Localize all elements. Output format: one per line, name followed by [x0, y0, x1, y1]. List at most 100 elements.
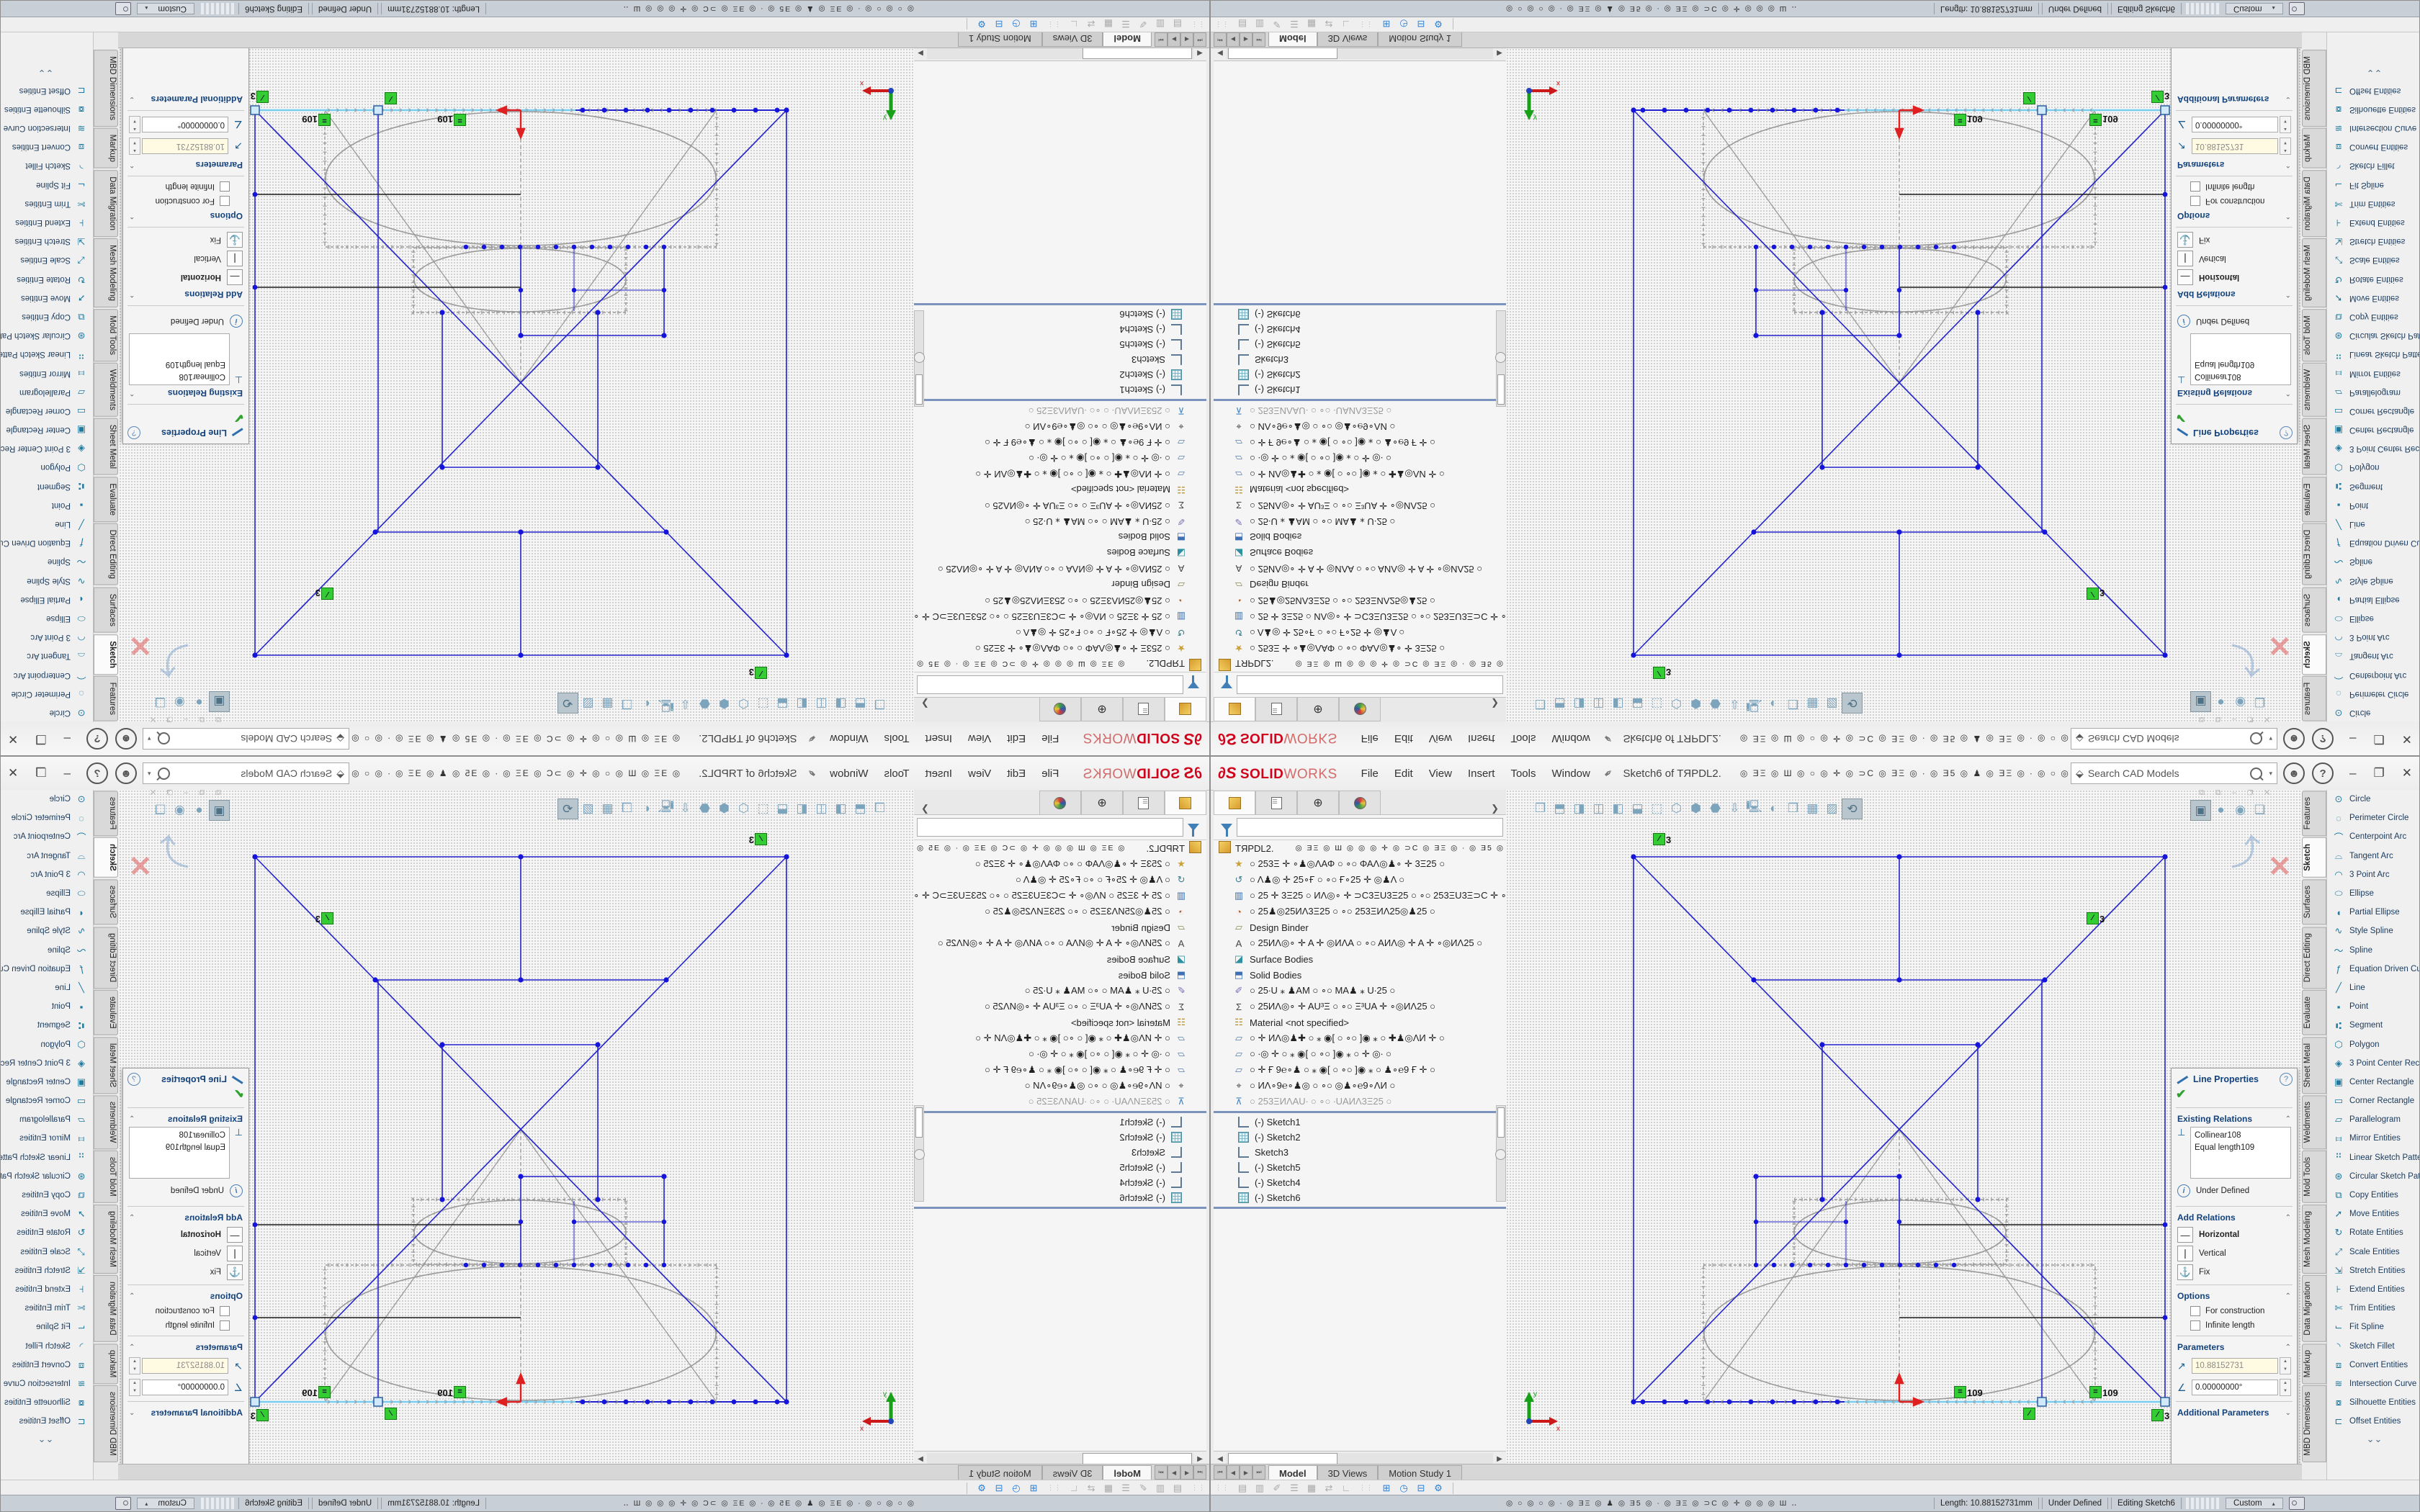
section-parameters[interactable]: Parameters⌃	[2172, 1339, 2297, 1355]
ok-button[interactable]: ✔	[2172, 1087, 2297, 1104]
section-additional-parameters[interactable]: Additional Parameters⌄	[123, 1405, 248, 1421]
menu-item[interactable]: Edit	[999, 764, 1034, 783]
tree-item[interactable]: ↺ ○ Λ♟◎ ✛ 25∘Ғ ○ ∘○ Ғ∘25 ✛ ◎♟Λ ○	[914, 872, 1206, 888]
tab-nav-button[interactable]: ⏭	[1155, 32, 1168, 47]
menu-item[interactable]: View	[1421, 764, 1460, 783]
collapse-icon[interactable]: ⌃	[129, 1292, 135, 1300]
zebra-stripes-icon[interactable]: ▨	[578, 694, 598, 714]
sketch-tool[interactable]: ╱ Line	[0, 515, 93, 534]
toolbar-grip[interactable]: ⋮⋮	[1191, 1484, 1205, 1492]
realview-icon[interactable]: ▣	[2190, 691, 2211, 712]
display-style-icon[interactable]: 🖳	[1744, 694, 1764, 714]
commandmanager-tab[interactable]: Sketch	[94, 634, 118, 675]
help-icon[interactable]: ?	[2312, 762, 2334, 784]
menu-item[interactable]: Window	[822, 729, 876, 749]
tree-item[interactable]: A ○ 25ИΛ◎∘ ✛ Α ✛ ◎ИΛΑ ○ ∘○ ΑИΛ◎ ✛ Α ✛ ∘◎…	[1214, 935, 1506, 951]
sketch-item[interactable]: (-) Sketch2	[914, 1130, 1206, 1145]
tool-icon[interactable]: ⊟	[1412, 1482, 1430, 1494]
tab-nav-button[interactable]: ◀	[1180, 1465, 1193, 1480]
tree-item[interactable]: ▱ ○ ✛ Ғ 9℮∘♟ ○ ⁎ ◉[ ○ ∘○ ]◉ ⁎ ○ ♟∘℮9 Ғ ✛…	[914, 434, 1206, 450]
tree-item[interactable]: ☷ Material <not specified>	[914, 482, 1206, 498]
tree-item[interactable]: ▱ ○ ✛ Ғ 9℮∘♟ ○ ⁎ ◉[ ○ ∘○ ]◉ ⁎ ○ ♟∘℮9 Ғ ✛…	[1214, 1062, 1506, 1078]
sketch-tool[interactable]: ⤢ Scale Entities	[0, 251, 93, 269]
section-options[interactable]: Options⌃	[2172, 1288, 2297, 1304]
search-icon[interactable]	[2250, 733, 2262, 745]
account-icon[interactable]: ☻	[2283, 762, 2305, 784]
sketch-tool[interactable]: ⬡ Polygon	[0, 1035, 93, 1053]
commandmanager-tab[interactable]: Mold Tools	[94, 1151, 118, 1203]
scene-icon[interactable]: ◉	[2231, 800, 2250, 819]
sketch-tool[interactable]: ƒ Equation Driven Curve	[0, 534, 93, 552]
sketch-tool[interactable]: ◈ 3 Point Center Recta...	[2327, 439, 2420, 458]
collapse-icon[interactable]: ⌃	[2285, 212, 2291, 220]
tree-item[interactable]: Σ ○ 25ИΛ◎∘ ✛ ΑU³Ξ ○ ∘○ Ξ³UΑ ✛ ∘◎ИΛ25 ○	[1214, 498, 1506, 513]
line-format-icon[interactable]: ▤	[1169, 19, 1186, 30]
relations-listbox[interactable]: Collinear108Equal length109	[2190, 333, 2291, 385]
commandmanager-tab[interactable]: Features	[2302, 791, 2326, 836]
parallel-badge[interactable]: ∕	[755, 667, 767, 679]
tree-item[interactable]: ⌖ ○ ИΛ∘9℮∘♟◎ ○ ∘○ ◎♟∘℮9∘ΛИ ○	[914, 1078, 1206, 1094]
scene-icon[interactable]: ◉	[170, 800, 189, 819]
sketch-tool[interactable]: ⧉ Copy Entities	[2327, 1186, 2420, 1205]
sketch-item[interactable]: (-) Sketch4	[1214, 1175, 1506, 1190]
tree-root[interactable]: TЯPDL2. ◎ ƎΞ ◎ Ш ◎ ◎ ◎ ✛ ◎ ⊃С ◎ ƎΞ ◎ ∙ ◎…	[1214, 656, 1506, 672]
close-button[interactable]: ✕	[2393, 766, 2420, 780]
tab-displaymanager[interactable]	[1339, 698, 1381, 721]
tree-item[interactable]: ▱ ○ ✛ ИΛ◎♟✚ ○ ⁎ ◉[ ○ ∘○ ]◉ ⁎ ○ ✚♟◎ΛИ ✛ ○	[1214, 1030, 1506, 1046]
checkbox[interactable]	[220, 1320, 230, 1331]
section-options[interactable]: Options⌃	[123, 1288, 248, 1304]
tree-item[interactable]: Σ ○ 25ИΛ◎∘ ✛ ΑU³Ξ ○ ∘○ Ξ³UΑ ✛ ∘◎ИΛ25 ○	[914, 999, 1206, 1014]
sketch-tool[interactable]: ◌ Perimeter Circle	[0, 809, 93, 827]
parallel-badge[interactable]: ∕	[256, 1409, 269, 1421]
help-icon[interactable]: ?	[86, 728, 108, 750]
tab-propertymanager[interactable]	[1123, 698, 1165, 721]
relation-item[interactable]: Equal length109	[133, 1142, 225, 1154]
sketch-tool[interactable]: ⧈ Convert Entities	[2327, 1356, 2420, 1374]
sketch-tool[interactable]: ◖ Partial Ellipse	[0, 590, 93, 609]
tree-item[interactable]: ▱ ○ ✛ ИΛ◎♟✚ ○ ⁎ ◉[ ○ ∘○ ]◉ ⁎ ○ ✚♟◎ΛИ ✛ ○	[1214, 466, 1506, 482]
tab-configurationmanager[interactable]: ⊕	[1297, 791, 1339, 814]
section-view-icon[interactable]: ◐	[1764, 694, 1783, 714]
tree-item[interactable]: ⊼ ○ 253ΞИΛΑU∙ ○ ∘○ ∙UΑИΛ3Ξ25 ○	[914, 1094, 1206, 1110]
document-tab[interactable]: Motion Study 1	[1378, 32, 1462, 47]
checkbox[interactable]	[2190, 196, 2200, 206]
section-parameters[interactable]: Parameters⌃	[2172, 157, 2297, 173]
tree-item[interactable]: ▱ Design Binder	[914, 577, 1206, 593]
line-format-icon[interactable]: ∟	[1337, 1482, 1355, 1494]
tree-splitter[interactable]	[914, 1111, 1206, 1113]
checkbox[interactable]	[220, 196, 230, 206]
line-format-icon[interactable]: ▤	[1234, 19, 1251, 30]
sketch-tool[interactable]: ↻ Rotate Entities	[0, 1223, 93, 1242]
tab-nav-button[interactable]: ▶	[1168, 1465, 1180, 1480]
add-relation-button[interactable]: — Horizontal	[123, 268, 248, 287]
sketch-tool[interactable]: ↻ Rotate Entities	[2327, 270, 2420, 289]
sketch-tool[interactable]: ➚ Move Entities	[0, 1205, 93, 1223]
commandmanager-tab[interactable]: Evaluate	[2302, 477, 2326, 522]
appearance-icon[interactable]: ❒	[1783, 694, 1803, 714]
sketch-tool[interactable]: ✄ Trim Entities	[2327, 194, 2420, 213]
view-trimetric-icon[interactable]: ⬣	[1706, 694, 1725, 714]
tree-item[interactable]: ◔ ○ 25♟◎25ИΛ3Ξ25 ○ ∘○ 253ΞИΛ25◎♟25 ○	[1214, 593, 1506, 608]
sketch-item[interactable]: (-) Sketch1	[1214, 382, 1506, 397]
collapse-icon[interactable]: ⌃	[129, 390, 135, 397]
length-spinner[interactable]: ▲▼	[2280, 138, 2291, 155]
sketch-tool[interactable]: ▭ Corner Rectangle	[0, 1092, 93, 1110]
angle-spinner[interactable]: ▲▼	[129, 116, 140, 133]
view-isometric-icon[interactable]: ⬡	[734, 798, 753, 818]
toolbar-grip[interactable]: ⋮⋮	[1359, 1484, 1373, 1492]
section-existing-relations[interactable]: Existing Relations⌃	[123, 1111, 248, 1127]
tool-icon[interactable]: ⊞	[1378, 19, 1395, 30]
commandmanager-tab[interactable]: MBD Dimensions	[94, 50, 118, 127]
document-tab[interactable]: Model	[1103, 1465, 1152, 1480]
sketch-tool[interactable]: ⌓ Tangent Arc	[2327, 847, 2420, 865]
sketch-tool[interactable]: ⌙ Fit Spline	[0, 1318, 93, 1336]
line-format-icon[interactable]: ⇄	[1320, 19, 1337, 30]
realview-icon[interactable]: ▣	[209, 691, 230, 712]
commandmanager-tab[interactable]: Sheet Metal	[94, 1037, 118, 1094]
sketch-tool[interactable]: ⊏ Offset Entities	[0, 1412, 93, 1431]
sketch-tool[interactable]: ⧇ Silhouette Entities	[2327, 1393, 2420, 1412]
commandmanager-tab[interactable]: Surfaces	[94, 879, 118, 924]
tree-item[interactable]: ◔ ○ 25♟◎25ИΛ3Ξ25 ○ ∘○ 253ΞИΛ25◎♟25 ○	[1214, 904, 1506, 919]
tree-vertical-scrollbar[interactable]	[1496, 310, 1506, 407]
section-add-relations[interactable]: Add Relations⌃	[2172, 1210, 2297, 1225]
